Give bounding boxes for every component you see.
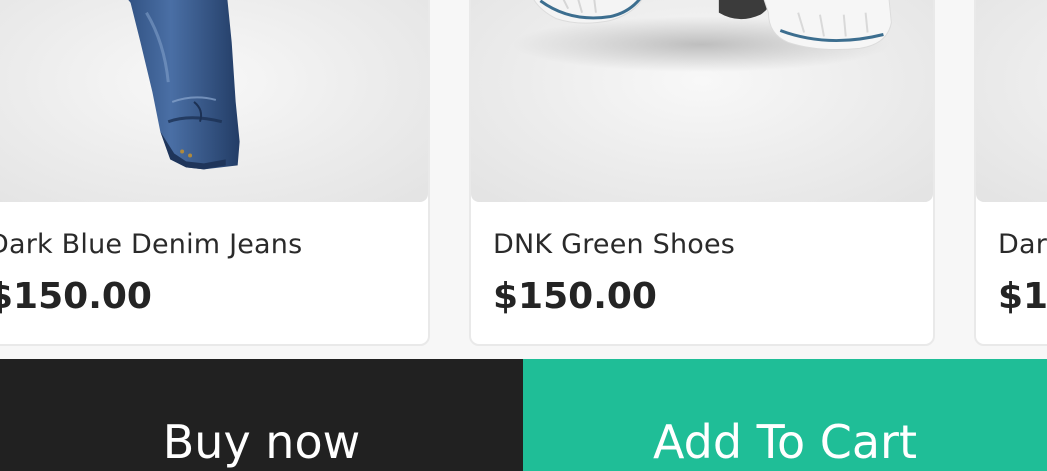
add-to-cart-label: Add To Cart (653, 415, 917, 469)
product-price: $150.00 (0, 276, 152, 317)
shoes-image (512, 0, 892, 73)
product-name: Dark Blue Denim Jeans (0, 229, 303, 260)
product-image-jeans (976, 0, 1047, 202)
add-to-cart-button[interactable]: Add To Cart (523, 359, 1047, 471)
product-card-jeans-next[interactable]: Dark Blue Denim Jeans $150.00 (974, 0, 1047, 346)
jeans-image (976, 0, 1047, 202)
product-image-jeans (0, 0, 428, 202)
product-price: $150.00 (998, 276, 1047, 317)
product-carousel[interactable]: Dark Blue Denim Jeans $150.00 DNK Green … (0, 0, 1047, 359)
product-name: DNK Green Shoes (493, 229, 736, 260)
jeans-image (128, 0, 240, 170)
product-card-shoes[interactable]: DNK Green Shoes $150.00 (469, 0, 935, 346)
product-name: Dark Blue Denim Jeans (998, 229, 1047, 260)
product-price: $150.00 (493, 276, 657, 317)
buy-now-button[interactable]: Buy now (0, 359, 523, 471)
product-card-jeans[interactable]: Dark Blue Denim Jeans $150.00 (0, 0, 430, 346)
product-image-shoes (471, 0, 933, 202)
buy-now-label: Buy now (162, 415, 361, 469)
